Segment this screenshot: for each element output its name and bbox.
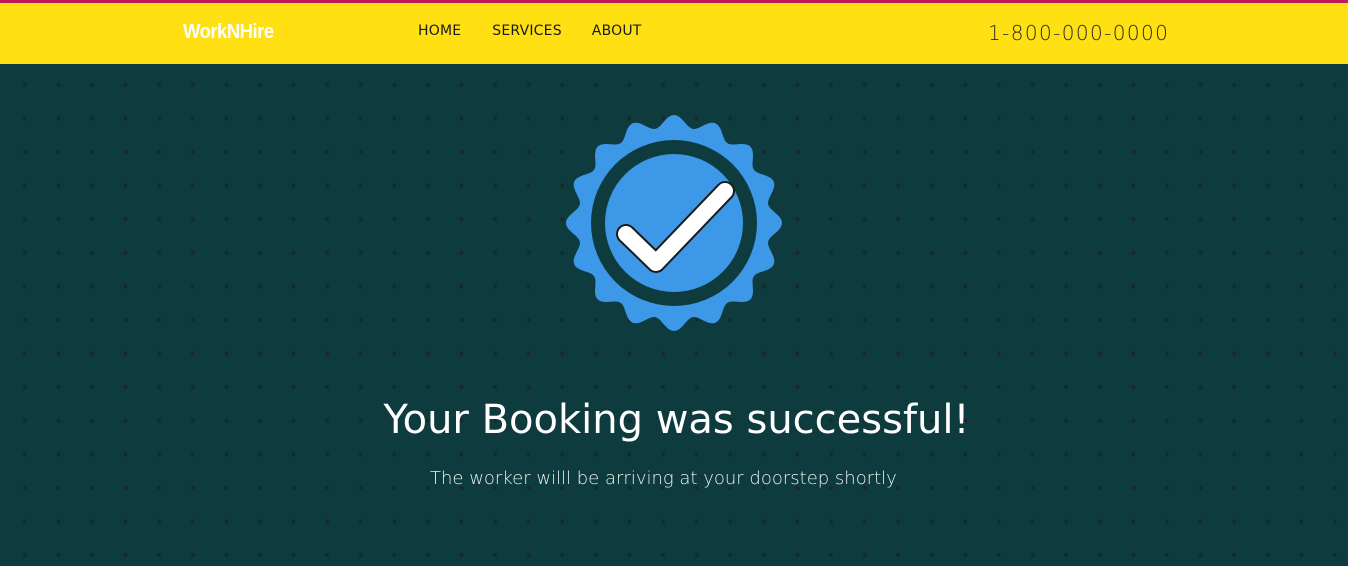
phone-number: 1-800-000-0000 — [988, 21, 1170, 45]
main-nav: HOME SERVICES ABOUT — [418, 23, 642, 39]
page: WorkNHire HOME SERVICES ABOUT 1-800-000-… — [0, 0, 1348, 566]
success-headline: Your Booking was successful! — [383, 397, 970, 443]
badge-center-disc — [605, 154, 743, 292]
nav-about-link[interactable]: ABOUT — [592, 23, 642, 39]
success-hero: Your Booking was successful! The worker … — [0, 64, 1348, 566]
right-page-edge — [1348, 0, 1353, 568]
nav-services-link[interactable]: SERVICES — [492, 23, 562, 39]
verified-check-badge-icon — [566, 115, 782, 331]
site-header: WorkNHire HOME SERVICES ABOUT 1-800-000-… — [0, 3, 1348, 64]
success-subline: The worker willl be arriving at your doo… — [430, 468, 897, 489]
logo[interactable]: WorkNHire — [183, 21, 274, 44]
nav-home-link[interactable]: HOME — [418, 23, 461, 39]
